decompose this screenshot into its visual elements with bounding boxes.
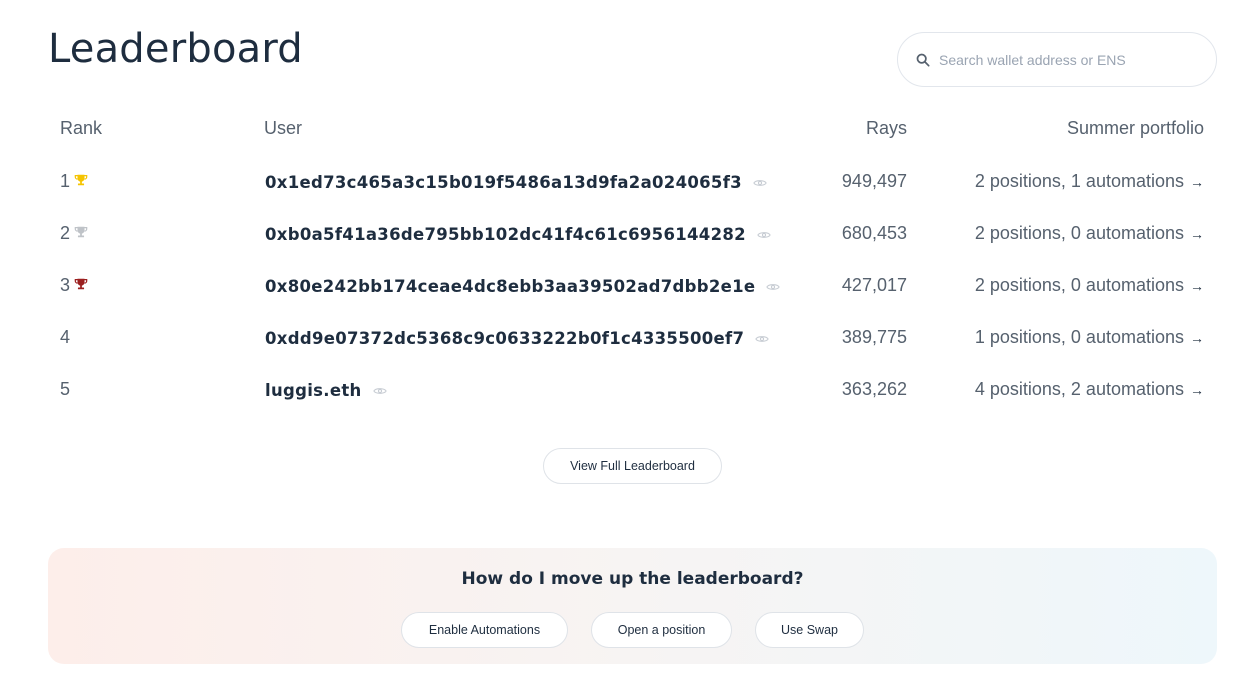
eye-icon[interactable]	[766, 282, 781, 292]
eye-icon[interactable]	[372, 386, 387, 396]
column-header-portfolio: Summer portfolio	[1066, 118, 1204, 138]
rank-cell: 1	[60, 171, 88, 192]
user-address: 0xdd9e07372dc5368c9c0633222b0f1c4335500e…	[265, 329, 745, 348]
arrow-right-icon: →	[1190, 225, 1204, 242]
portfolio-link[interactable]: 2 positions, 0 automations →	[975, 223, 1204, 244]
enable-automations-button[interactable]: Enable Automations	[401, 612, 568, 648]
portfolio-summary: 1 positions, 0 automations	[974, 327, 1184, 347]
portfolio-summary: 2 positions, 0 automations	[974, 275, 1184, 295]
user-address-link[interactable]: 0x80e242bb174ceae4dc8ebb3aa39502ad7dbb2e…	[265, 277, 781, 296]
eye-icon[interactable]	[757, 230, 771, 240]
table-row: 1 0x1ed73c465a3c15b019f5486a13d9fa2a0240…	[0, 171, 1254, 223]
arrow-right-icon: →	[1190, 277, 1204, 294]
rank-cell: 2	[60, 223, 88, 244]
user-address-link[interactable]: luggis.eth	[265, 381, 387, 400]
user-address-link[interactable]: 0xb0a5f41a36de795bb102dc41f4c61c69561442…	[265, 225, 771, 244]
portfolio-summary: 2 positions, 1 automations	[974, 171, 1184, 191]
portfolio-link[interactable]: 1 positions, 0 automations →	[975, 327, 1204, 348]
portfolio-link[interactable]: 2 positions, 1 automations →	[975, 171, 1204, 192]
user-address: 0x80e242bb174ceae4dc8ebb3aa39502ad7dbb2e…	[265, 277, 756, 296]
leaderboard-tips-banner: How do I move up the leaderboard? Enable…	[48, 548, 1217, 664]
table-row: 5 luggis.eth 363,262 4 positions, 2 auto…	[0, 379, 1254, 431]
use-swap-button[interactable]: Use Swap	[755, 612, 864, 648]
rank-number: 4	[60, 327, 71, 347]
user-address-link[interactable]: 0x1ed73c465a3c15b019f5486a13d9fa2a024065…	[265, 173, 767, 192]
column-header-rays: Rays	[865, 118, 907, 138]
column-header-rank: Rank	[60, 118, 103, 138]
user-address: 0x1ed73c465a3c15b019f5486a13d9fa2a024065…	[265, 173, 742, 192]
eye-icon[interactable]	[755, 334, 770, 344]
rank-cell: 3	[60, 275, 88, 296]
rays-value: 949,497	[841, 171, 907, 191]
silver-trophy-icon	[74, 226, 88, 237]
search-box[interactable]	[897, 32, 1217, 87]
page-title: Leaderboard	[48, 26, 303, 72]
open-position-button[interactable]: Open a position	[591, 612, 732, 648]
rank-number: 2	[60, 223, 71, 243]
gold-trophy-icon	[74, 174, 88, 185]
search-icon	[916, 53, 930, 67]
bronze-trophy-icon	[74, 278, 88, 289]
rays-value: 427,017	[841, 275, 907, 295]
portfolio-link[interactable]: 4 positions, 2 automations →	[975, 379, 1204, 400]
arrow-right-icon: →	[1190, 381, 1204, 398]
banner-title: How do I move up the leaderboard?	[461, 569, 804, 589]
rank-number: 3	[60, 275, 71, 295]
rays-value: 363,262	[841, 379, 907, 399]
portfolio-summary: 4 positions, 2 automations	[974, 379, 1184, 399]
view-full-leaderboard-button[interactable]: View Full Leaderboard	[543, 448, 722, 484]
table-row: 3 0x80e242bb174ceae4dc8ebb3aa39502ad7dbb…	[0, 275, 1254, 327]
rays-value: 680,453	[841, 223, 907, 243]
rank-cell: 5	[60, 379, 70, 400]
column-header-user: User	[264, 118, 303, 138]
user-address: 0xb0a5f41a36de795bb102dc41f4c61c69561442…	[265, 225, 746, 244]
eye-icon[interactable]	[753, 178, 767, 188]
table-row: 4 0xdd9e07372dc5368c9c0633222b0f1c433550…	[0, 327, 1254, 379]
portfolio-summary: 2 positions, 0 automations	[974, 223, 1184, 243]
user-address-link[interactable]: 0xdd9e07372dc5368c9c0633222b0f1c4335500e…	[265, 329, 770, 348]
arrow-right-icon: →	[1190, 329, 1204, 346]
rank-number: 1	[60, 171, 71, 191]
rank-number: 5	[60, 379, 71, 399]
rays-value: 389,775	[841, 327, 907, 347]
arrow-right-icon: →	[1190, 173, 1204, 190]
search-input[interactable]	[939, 51, 1199, 68]
user-address: luggis.eth	[265, 381, 362, 400]
portfolio-link[interactable]: 2 positions, 0 automations →	[975, 275, 1204, 296]
rank-cell: 4	[60, 327, 70, 348]
table-row: 2 0xb0a5f41a36de795bb102dc41f4c61c695614…	[0, 223, 1254, 275]
